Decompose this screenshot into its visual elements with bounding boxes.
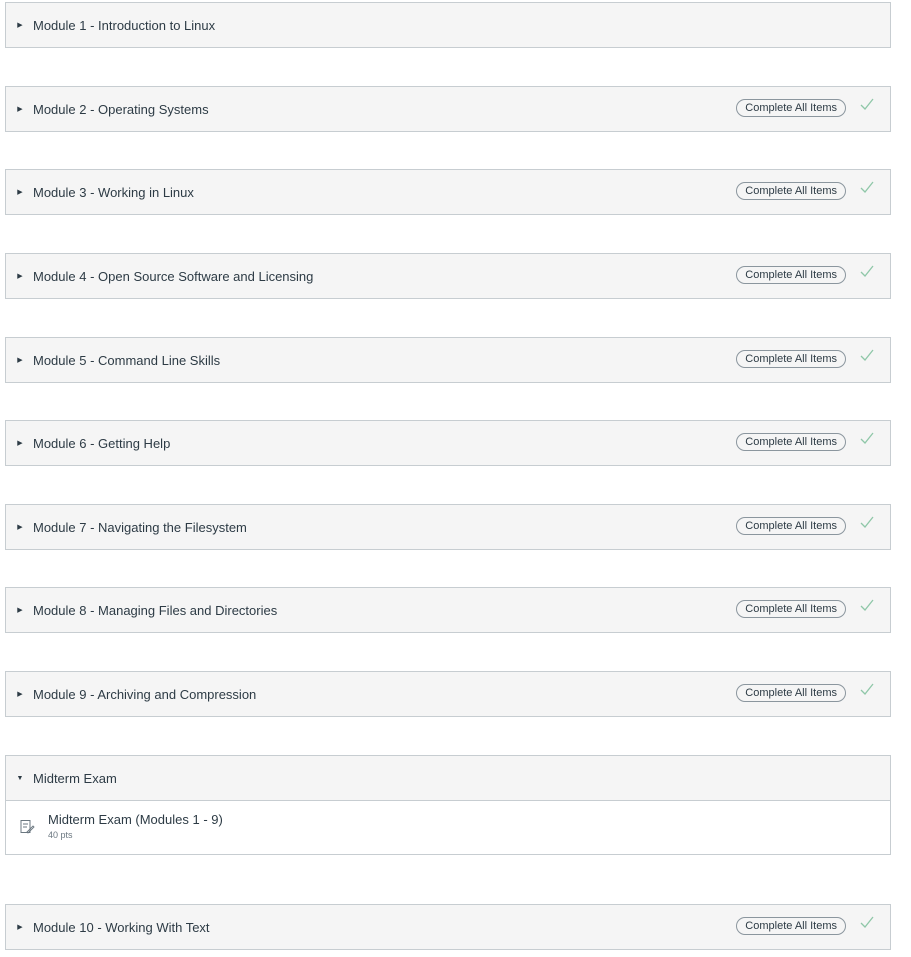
checkmark-icon [860, 349, 874, 361]
checkmark-icon [860, 516, 874, 528]
module: ▶ Module 7 - Navigating the Filesystem Com… [5, 504, 891, 550]
module-title[interactable]: Module 4 - Open Source Software and Lice… [33, 269, 313, 284]
module-header[interactable]: ▶ Module 8 - Managing Files and Directori… [6, 588, 890, 632]
module: ▶ Module 6 - Getting Help Complete All Ite… [5, 420, 891, 466]
checkmark-icon [860, 265, 874, 277]
item-text: Midterm Exam (Modules 1 - 9) 40 pts [48, 812, 223, 840]
checkmark-icon [860, 181, 874, 193]
module-title[interactable]: Module 10 - Working With Text [33, 920, 210, 935]
checkmark-icon [860, 599, 874, 611]
module-title[interactable]: Midterm Exam [33, 771, 117, 786]
caret-right-icon[interactable]: ▶ [16, 21, 24, 29]
module-title[interactable]: Module 8 - Managing Files and Directorie… [33, 603, 277, 618]
item-points: 40 pts [48, 830, 73, 840]
module-header[interactable]: ▶ Module 6 - Getting Help Complete All Ite… [6, 421, 890, 465]
module-title[interactable]: Module 5 - Command Line Skills [33, 353, 220, 368]
module-item[interactable]: Midterm Exam (Modules 1 - 9) 40 pts [6, 800, 890, 854]
complete-all-items-badge: Complete All Items [736, 917, 846, 935]
caret-right-icon[interactable]: ▶ [16, 105, 24, 113]
checkmark-icon [860, 98, 874, 110]
module-header[interactable]: ▶ Module 9 - Archiving and Compression Com… [6, 672, 890, 716]
caret-right-icon[interactable]: ▶ [16, 439, 24, 447]
module: ▶ Module 1 - Introduction to Linux [5, 2, 891, 48]
complete-all-items-badge: Complete All Items [736, 266, 846, 284]
caret-down-icon[interactable]: ▼ [16, 775, 24, 782]
module-header[interactable]: ▶ Module 3 - Working in Linux Complete All… [6, 170, 890, 214]
checkmark-icon [860, 916, 874, 928]
module: ▶ Module 8 - Managing Files and Directori… [5, 587, 891, 633]
module: ▶ Module 3 - Working in Linux Complete All… [5, 169, 891, 215]
module-title[interactable]: Module 2 - Operating Systems [33, 102, 209, 117]
module-title[interactable]: Module 1 - Introduction to Linux [33, 18, 215, 33]
complete-all-items-badge: Complete All Items [736, 600, 846, 618]
caret-right-icon[interactable]: ▶ [16, 690, 24, 698]
module: ▶ Module 9 - Archiving and Compression Com… [5, 671, 891, 717]
complete-all-items-badge: Complete All Items [736, 182, 846, 200]
complete-all-items-badge: Complete All Items [736, 350, 846, 368]
module-header[interactable]: ▶ Module 10 - Working With Text Complete A… [6, 905, 890, 949]
caret-right-icon[interactable]: ▶ [16, 923, 24, 931]
module-title[interactable]: Module 3 - Working in Linux [33, 185, 194, 200]
checkmark-icon [860, 432, 874, 444]
caret-right-icon[interactable]: ▶ [16, 272, 24, 280]
module-header[interactable]: ▶ Module 2 - Operating Systems Complete Al… [6, 87, 890, 131]
complete-all-items-badge: Complete All Items [736, 517, 846, 535]
quiz-icon [20, 820, 35, 834]
module-header[interactable]: ▶ Module 4 - Open Source Software and Lic… [6, 254, 890, 298]
module: ▶ Module 10 - Working With Text Complete A… [5, 904, 891, 950]
caret-right-icon[interactable]: ▶ [16, 606, 24, 614]
module: ▼ Midterm Exam Midterm Exam (Modules 1 - 9… [5, 755, 891, 855]
module-header[interactable]: ▶ Module 1 - Introduction to Linux [6, 3, 890, 47]
module-title[interactable]: Module 9 - Archiving and Compression [33, 687, 256, 702]
complete-all-items-badge: Complete All Items [736, 684, 846, 702]
caret-right-icon[interactable]: ▶ [16, 188, 24, 196]
module-header[interactable]: ▶ Module 7 - Navigating the Filesystem Com… [6, 505, 890, 549]
module-header[interactable]: ▼ Midterm Exam [6, 756, 890, 800]
module-title[interactable]: Module 6 - Getting Help [33, 436, 170, 451]
item-title-link[interactable]: Midterm Exam (Modules 1 - 9) [48, 812, 223, 827]
module-header[interactable]: ▶ Module 5 - Command Line Skills Complete … [6, 338, 890, 382]
module-title[interactable]: Module 7 - Navigating the Filesystem [33, 520, 247, 535]
caret-right-icon[interactable]: ▶ [16, 523, 24, 531]
caret-right-icon[interactable]: ▶ [16, 356, 24, 364]
module: ▶ Module 5 - Command Line Skills Complete … [5, 337, 891, 383]
complete-all-items-badge: Complete All Items [736, 433, 846, 451]
module: ▶ Module 4 - Open Source Software and Lic… [5, 253, 891, 299]
complete-all-items-badge: Complete All Items [736, 99, 846, 117]
module: ▶ Module 2 - Operating Systems Complete Al… [5, 86, 891, 132]
checkmark-icon [860, 683, 874, 695]
